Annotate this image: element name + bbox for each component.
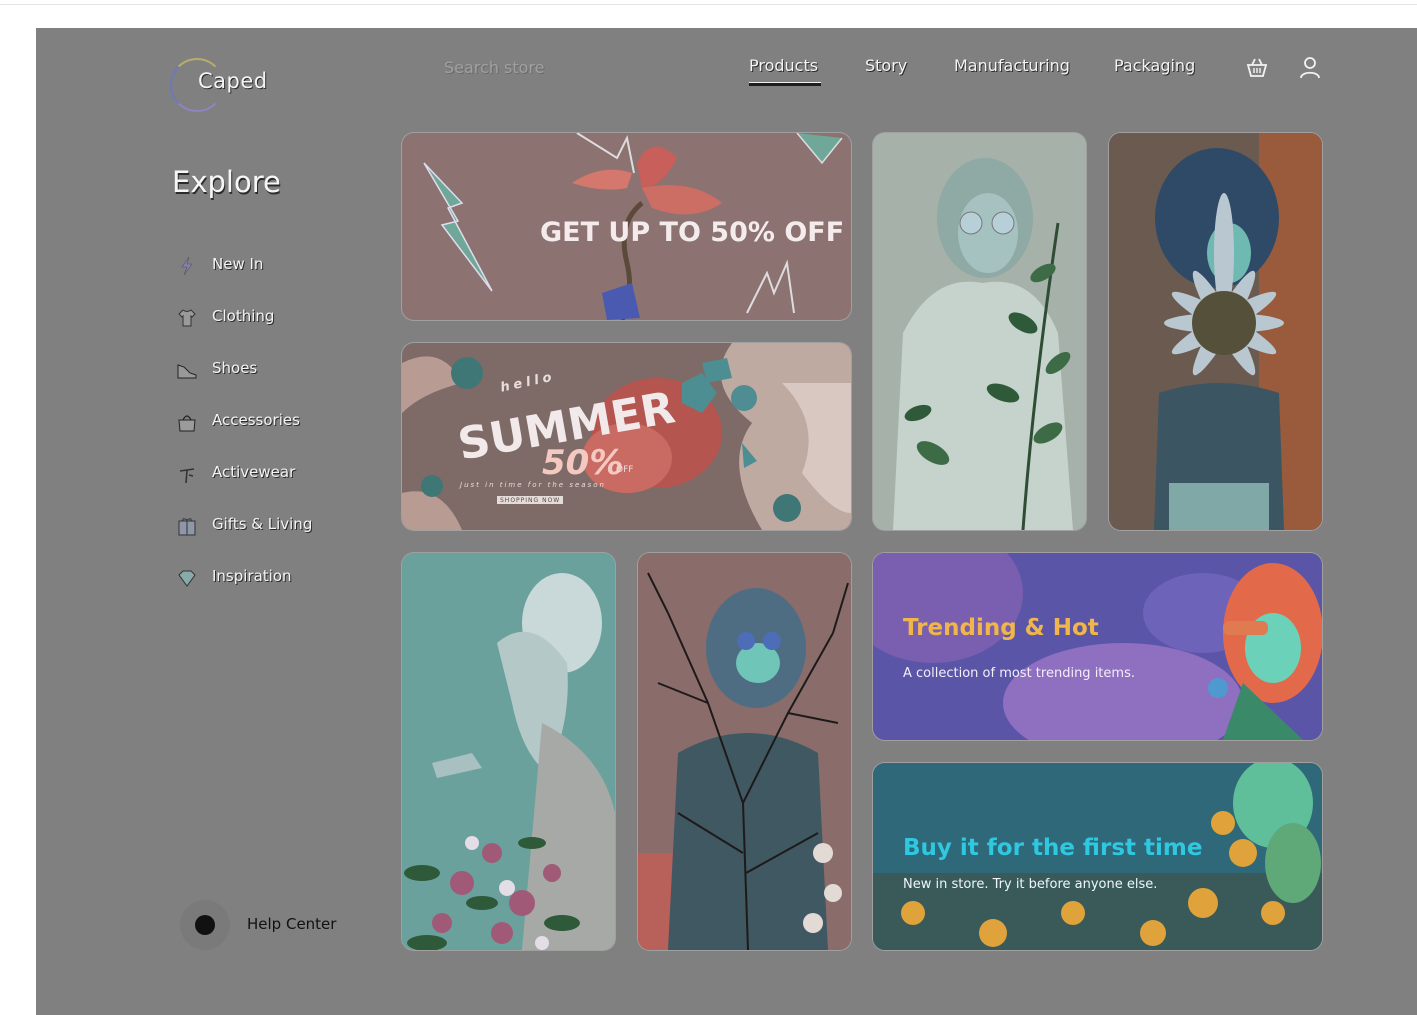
summer-percent: 50% [542,443,624,483]
gift-icon [178,518,196,536]
trending-hot-card[interactable]: Trending & Hot A collection of most tren… [873,553,1322,740]
sidebar-item-label: Inspiration [212,567,292,585]
statue-flowers-photo [402,553,615,950]
help-center-button[interactable]: Help Center [180,900,380,950]
active-nav-indicator [749,82,821,86]
shoe-icon [177,364,197,379]
bag-icon [178,415,196,432]
first-time-title: Buy it for the first time [903,835,1203,861]
product-card-plant-portrait[interactable] [873,133,1086,530]
summer-tagline: Just in time for the season [460,481,606,489]
shirt-icon [178,309,196,327]
summer-off: OFF [616,465,634,475]
sidebar-item-label: New In [212,255,264,273]
help-center-label: Help Center [247,915,337,933]
sale-headline: GET UP TO 50% OFF [540,217,845,248]
trending-title: Trending & Hot [903,615,1099,641]
brand-logo[interactable]: Caped [170,56,280,112]
product-card-statue[interactable] [402,553,615,950]
trending-subtitle: A collection of most trending items. [903,666,1135,681]
plant-portrait-photo [873,133,1086,530]
activewear-icon [179,468,195,484]
sidebar-item-label: Gifts & Living [212,515,313,533]
sidebar-item-gifts-living[interactable]: Gifts & Living [176,513,346,539]
product-card-flower-portrait[interactable] [1109,133,1322,530]
basket-icon[interactable] [1244,55,1270,81]
nav-story[interactable]: Story [865,56,907,75]
logo-text: Caped [198,69,268,93]
tree-portrait-photo [638,553,851,950]
sidebar-item-clothing[interactable]: Clothing [176,305,346,331]
summer-shop-button[interactable]: SHOPPING NOW [500,497,560,504]
sidebar-item-inspiration[interactable]: Inspiration [176,565,346,591]
sale-banner-card[interactable]: GET UP TO 50% OFF [402,133,851,320]
sidebar-item-label: Shoes [212,359,258,377]
nav-manufacturing[interactable]: Manufacturing [954,56,1070,75]
chat-bubble-icon [180,900,230,950]
product-card-tree[interactable] [638,553,851,950]
sidebar-item-activewear[interactable]: Activewear [176,461,346,487]
sidebar-item-shoes[interactable]: Shoes [176,357,346,383]
first-time-card[interactable]: Buy it for the first time New in store. … [873,763,1322,950]
nav-packaging[interactable]: Packaging [1114,56,1195,75]
browser-top-edge [0,0,1417,5]
sidebar-item-label: Accessories [212,411,300,429]
modal-overlay-frame: Caped Search store Products Story Manufa… [36,28,1417,1015]
lightning-icon [181,256,193,276]
sidebar-item-accessories[interactable]: Accessories [176,409,346,435]
trending-hot-art [873,553,1322,740]
sidebar-title: Explore [172,165,281,199]
search-input[interactable]: Search store [444,58,614,80]
sidebar-item-label: Clothing [212,307,275,325]
nav-products[interactable]: Products [749,56,818,75]
first-time-subtitle: New in store. Try it before anyone else. [903,877,1158,892]
summer-sale-card[interactable]: hello SUMMER 50% OFF Just in time for th… [402,343,851,530]
sidebar-item-label: Activewear [212,463,296,481]
user-account-icon[interactable] [1297,55,1323,81]
diamond-icon [178,570,196,587]
flower-portrait-photo [1109,133,1322,530]
sidebar-item-new-in[interactable]: New In [176,253,346,279]
